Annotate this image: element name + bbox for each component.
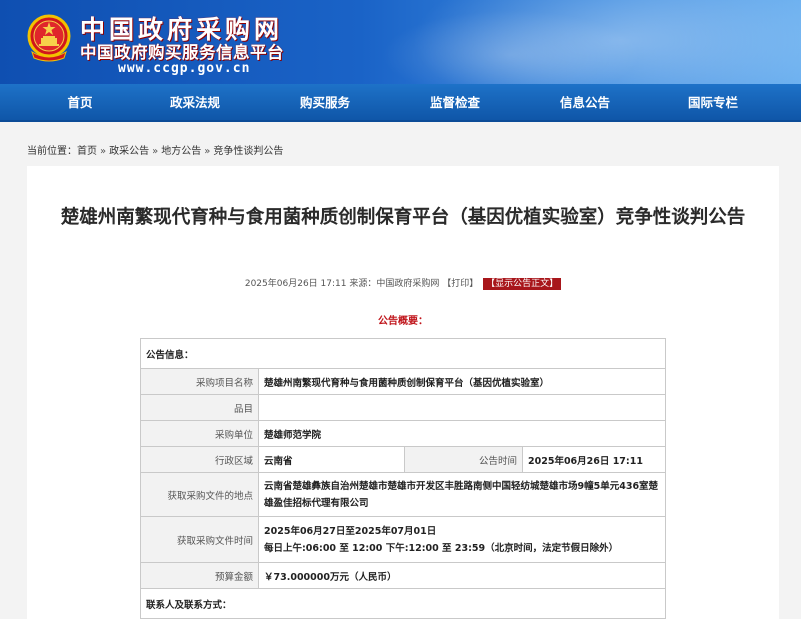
- show-full-text-button[interactable]: 【显示公告正文】: [483, 278, 562, 290]
- doc-location-label: 获取采购文件的地点: [140, 472, 259, 517]
- breadcrumb-prefix: 当前位置：: [27, 146, 77, 157]
- nav-item-home[interactable]: 首页: [35, 84, 125, 122]
- breadcrumb-separator: »: [100, 146, 107, 157]
- budget-label: 预算金额: [140, 562, 259, 589]
- nav-item-announcements[interactable]: 信息公告: [540, 84, 630, 122]
- breadcrumb: 当前位置：首页» 政采公告» 地方公告» 竞争性谈判公告: [27, 142, 283, 157]
- publish-time-value: 2025年06月26日 17:11: [522, 446, 666, 473]
- article-meta: 2025年06月26日 17:11 来源：中国政府采购网 【打印】 【显示公告正…: [27, 276, 779, 290]
- breadcrumb-separator: »: [204, 146, 211, 157]
- breadcrumb-home[interactable]: 首页: [77, 146, 97, 157]
- project-name-value: 楚雄州南繁现代育种与食用菌种质创制保育平台（基因优植实验室）: [258, 368, 666, 395]
- table-row: 获取采购文件的地点 云南省楚雄彝族自治州楚雄市楚雄市开发区丰胜路南侧中国轻纺城楚…: [140, 472, 666, 517]
- doc-time-value: 2025年06月27日至2025年07月01日 每日上午:06:00 至 12:…: [258, 516, 666, 563]
- section-contact-info: 联系人及联系方式：: [140, 588, 666, 619]
- article-panel: 楚雄州南繁现代育种与食用菌种质创制保育平台（基因优植实验室）竞争性谈判公告 20…: [27, 166, 779, 619]
- breadcrumb-local-notices[interactable]: 地方公告: [161, 146, 201, 157]
- table-row: 公告信息：: [140, 338, 666, 369]
- nav-item-purchase-services[interactable]: 购买服务: [280, 84, 370, 122]
- table-row: 采购项目名称 楚雄州南繁现代育种与食用菌种质创制保育平台（基因优植实验室）: [140, 368, 666, 395]
- region-value: 云南省: [258, 446, 405, 473]
- site-subtitle: 中国政府购买服务信息平台: [80, 43, 284, 62]
- item-category-value: [258, 394, 666, 421]
- doc-location-value: 云南省楚雄彝族自治州楚雄市楚雄市开发区丰胜路南侧中国轻纺城楚雄市场9幢5单元43…: [258, 472, 666, 517]
- buyer-label: 采购单位: [140, 420, 259, 447]
- table-row: 品目: [140, 394, 666, 421]
- publish-time-label: 公告时间: [404, 446, 523, 473]
- site-url: www.ccgp.gov.cn: [118, 61, 251, 76]
- summary-heading: 公告概要：: [378, 316, 428, 327]
- site-header: 中国政府采购网 中国政府购买服务信息平台 www.ccgp.gov.cn: [0, 0, 801, 84]
- notice-info-table: 公告信息： 采购项目名称 楚雄州南繁现代育种与食用菌种质创制保育平台（基因优植实…: [140, 338, 666, 619]
- table-row: 采购单位 楚雄师范学院: [140, 420, 666, 447]
- article-date: 2025年06月26日 17:11: [244, 279, 347, 289]
- project-name-label: 采购项目名称: [140, 368, 259, 395]
- table-row: 预算金额 ￥73.000000万元（人民币）: [140, 562, 666, 589]
- nav-item-supervision[interactable]: 监督检查: [410, 84, 500, 122]
- nav-item-regulations[interactable]: 政采法规: [150, 84, 240, 122]
- budget-value: ￥73.000000万元（人民币）: [258, 562, 666, 589]
- breadcrumb-competitive-negotiation[interactable]: 竞争性谈判公告: [213, 146, 283, 157]
- nav-item-international[interactable]: 国际专栏: [668, 84, 758, 122]
- doc-time-range: 2025年06月27日至2025年07月01日: [264, 525, 437, 537]
- item-category-label: 品目: [140, 394, 259, 421]
- buyer-value: 楚雄师范学院: [258, 420, 666, 447]
- table-row: 行政区域 云南省 公告时间 2025年06月26日 17:11: [140, 446, 666, 473]
- region-label: 行政区域: [140, 446, 259, 473]
- article-title: 楚雄州南繁现代育种与食用菌种质创制保育平台（基因优植实验室）竞争性谈判公告: [60, 207, 746, 228]
- print-link[interactable]: 【打印】: [442, 279, 478, 289]
- table-row: 获取采购文件时间 2025年06月27日至2025年07月01日 每日上午:06…: [140, 516, 666, 563]
- doc-time-label: 获取采购文件时间: [140, 516, 259, 563]
- table-row: 联系人及联系方式：: [140, 588, 666, 619]
- doc-time-hours: 每日上午:06:00 至 12:00 下午:12:00 至 23:59（北京时间…: [264, 542, 619, 554]
- section-notice-info: 公告信息：: [140, 338, 666, 369]
- breadcrumb-separator: »: [152, 146, 159, 157]
- article-source: 来源：中国政府采购网: [349, 279, 440, 289]
- breadcrumb-procurement-notices[interactable]: 政采公告: [109, 146, 149, 157]
- main-nav: 首页 政采法规 购买服务 监督检查 信息公告 国际专栏: [0, 84, 801, 122]
- national-emblem-icon: [27, 14, 71, 62]
